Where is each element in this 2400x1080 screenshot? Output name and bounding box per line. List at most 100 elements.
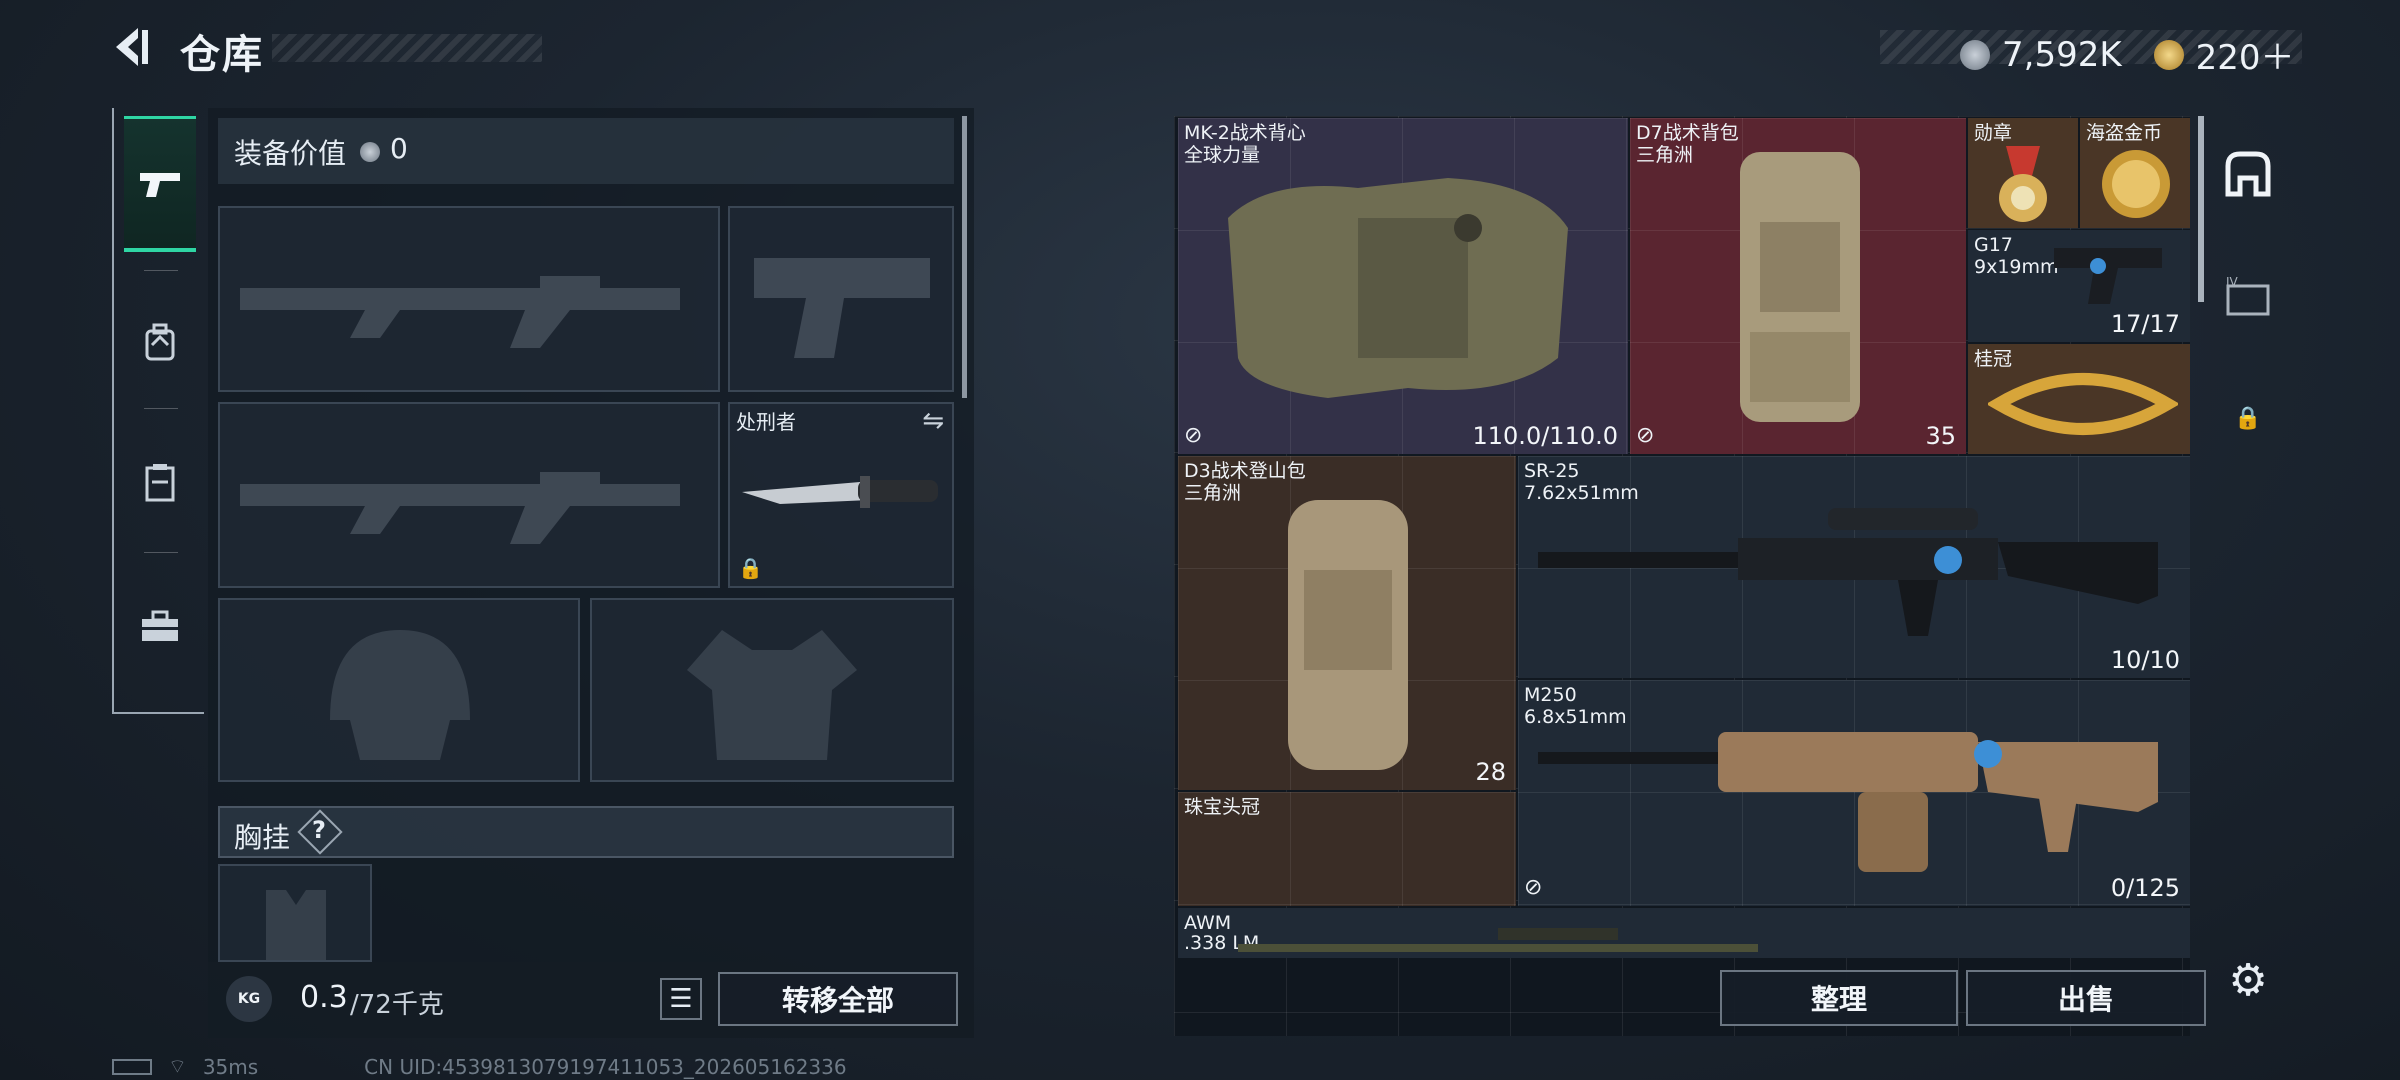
stash-side-tabs: IV 🔒 ⚙ bbox=[2206, 116, 2286, 1036]
ammo-count: 10/10 bbox=[2110, 646, 2180, 674]
helmet-placeholder-icon bbox=[330, 630, 470, 760]
item-name: G17 bbox=[1974, 234, 2013, 256]
helmet-slot[interactable] bbox=[218, 598, 580, 782]
item-m250[interactable]: M250 6.8x51mm ⊘ 0/125 bbox=[1518, 680, 2190, 906]
vest-placeholder-icon bbox=[687, 630, 857, 760]
coin-icon bbox=[360, 142, 380, 162]
page-title: 仓库 bbox=[180, 32, 264, 78]
weight-icon: KG bbox=[226, 976, 272, 1022]
item-name: 海盗金币 bbox=[2086, 122, 2163, 144]
ammo-count: 17/17 bbox=[2110, 310, 2180, 338]
toolbox-icon bbox=[142, 610, 178, 641]
vest-image bbox=[1228, 178, 1568, 398]
capacity: 28 bbox=[1475, 758, 1506, 786]
chest-rig-header: 胸挂 ? bbox=[218, 806, 954, 858]
knife-name: 处刑者 bbox=[736, 410, 796, 434]
stash-icon bbox=[2225, 151, 2271, 197]
battery-icon bbox=[112, 1058, 152, 1075]
transfer-all-button[interactable]: 转移全部 bbox=[718, 972, 958, 1026]
rig-placeholder-icon bbox=[266, 890, 326, 960]
lock-icon: 🔒 bbox=[738, 556, 763, 580]
equipment-value-bar: 装备价值 0 bbox=[218, 118, 954, 184]
backpack-icon bbox=[145, 323, 175, 361]
durability: 110.0/110.0 bbox=[1472, 422, 1619, 450]
uid: CN UID:4539813079197411053_202605162336 bbox=[364, 1054, 847, 1079]
awm-image bbox=[1238, 928, 1758, 952]
chest-rig-label: 胸挂 bbox=[234, 821, 291, 854]
category-tabs bbox=[112, 108, 204, 714]
item-sr25[interactable]: SR-25 7.62x51mm 10/10 bbox=[1518, 456, 2190, 678]
havoc-coin-icon bbox=[1960, 39, 1990, 70]
melee-slot[interactable]: 处刑者 ⇋ 🔒 bbox=[728, 402, 954, 588]
primary-weapon-slot[interactable] bbox=[218, 206, 720, 392]
sell-button[interactable]: 出售 bbox=[1966, 970, 2206, 1026]
item-backpack[interactable]: D7战术背包 三角洲 ⊘ 35 bbox=[1630, 118, 1966, 454]
item-mountain-pack[interactable]: D3战术登山包 三角洲 28 bbox=[1178, 456, 1516, 790]
item-pirate-coin[interactable]: 海盗金币 bbox=[2080, 118, 2190, 228]
svg-text:IV: IV bbox=[2226, 276, 2239, 289]
back-icon[interactable] bbox=[108, 24, 154, 70]
no-insure-icon: ⊘ bbox=[1524, 875, 1543, 900]
gold-coin-icon bbox=[2153, 39, 2184, 70]
equipment-value: 0 bbox=[390, 132, 408, 165]
rifle-placeholder-icon bbox=[240, 276, 680, 348]
item-sub: 9x19mm bbox=[1974, 256, 2059, 278]
organize-button[interactable]: 整理 bbox=[1720, 970, 1958, 1026]
iv-folder-icon: IV bbox=[2226, 276, 2270, 316]
currency-bar-content: 7,592K 220＋ bbox=[1960, 30, 2295, 79]
status-bar: ⌔ 35ms CN UID:4539813079197411053_202605… bbox=[112, 1054, 847, 1079]
item-name: SR-25 bbox=[1524, 460, 1580, 482]
tab-stash-main[interactable] bbox=[2218, 144, 2278, 204]
secondary-weapon-slot[interactable] bbox=[218, 402, 720, 588]
no-insure-icon: ⊘ bbox=[1184, 423, 1203, 448]
swap-icon[interactable]: ⇋ bbox=[922, 406, 944, 436]
item-name: 珠宝头冠 bbox=[1184, 796, 1261, 818]
tab-supplies[interactable] bbox=[124, 558, 196, 694]
pistol-icon bbox=[140, 172, 180, 197]
item-name: AWM bbox=[1184, 912, 1232, 934]
title-decoration bbox=[272, 34, 542, 62]
wifi-icon: ⌔ bbox=[168, 1054, 187, 1078]
chest-rig-slot[interactable] bbox=[218, 864, 372, 962]
tab-stash-iv[interactable]: IV bbox=[2218, 268, 2278, 328]
item-g17[interactable]: G17 9x19mm 17/17 bbox=[1968, 230, 2190, 342]
currency2-value[interactable]: 220＋ bbox=[2196, 30, 2295, 79]
tab-weapons[interactable] bbox=[124, 116, 196, 252]
g17-image bbox=[2054, 248, 2162, 304]
tab-armor[interactable] bbox=[124, 274, 196, 410]
gear-icon[interactable]: ⚙ bbox=[2218, 950, 2278, 1010]
backpack-image bbox=[1740, 152, 1860, 422]
gold-coin-image bbox=[2102, 150, 2170, 218]
no-insure-icon: ⊘ bbox=[1636, 423, 1655, 448]
pistol-placeholder-icon bbox=[754, 258, 930, 358]
currency1-value: 7,592K bbox=[2002, 34, 2122, 75]
item-laurel[interactable]: 桂冠 bbox=[1968, 344, 2190, 454]
item-sub: 三角洲 bbox=[1184, 482, 1242, 504]
list-icon[interactable]: ☰ bbox=[660, 978, 702, 1020]
stash-scrollbar[interactable] bbox=[2198, 116, 2204, 302]
ammo-count: 0/125 bbox=[2110, 874, 2180, 902]
clipboard-icon bbox=[145, 464, 175, 502]
item-vest[interactable]: MK-2战术背心 全球力量 ⊘ 110.0/110.0 bbox=[1178, 118, 1628, 454]
m250-image bbox=[1538, 732, 2158, 872]
sidearm-slot[interactable] bbox=[728, 206, 954, 392]
mountain-pack-image bbox=[1288, 500, 1408, 770]
loadout-scrollbar[interactable] bbox=[962, 116, 967, 398]
item-name: MK-2战术背心 bbox=[1184, 122, 1306, 144]
lock-icon[interactable]: 🔒 bbox=[2218, 388, 2278, 448]
tab-gear[interactable] bbox=[124, 414, 196, 550]
ping: 35ms bbox=[202, 1054, 259, 1079]
item-awm[interactable]: AWM .338 LM bbox=[1178, 908, 2190, 958]
rifle-placeholder-icon bbox=[240, 472, 680, 544]
item-crown[interactable]: 珠宝头冠 bbox=[1178, 792, 1516, 906]
item-name: 勋章 bbox=[1974, 122, 2013, 144]
capacity: 35 bbox=[1925, 422, 1956, 450]
item-medal[interactable]: 勋章 bbox=[1968, 118, 2078, 228]
body-armor-slot[interactable] bbox=[590, 598, 954, 782]
laurel-image bbox=[1988, 373, 2178, 435]
weight-capacity: /72千克 bbox=[350, 990, 444, 1020]
weight-value: 0.3 bbox=[300, 980, 348, 1015]
item-sub: 三角洲 bbox=[1636, 144, 1694, 166]
sr25-image bbox=[1538, 508, 2158, 636]
help-icon[interactable]: ? bbox=[312, 816, 326, 844]
